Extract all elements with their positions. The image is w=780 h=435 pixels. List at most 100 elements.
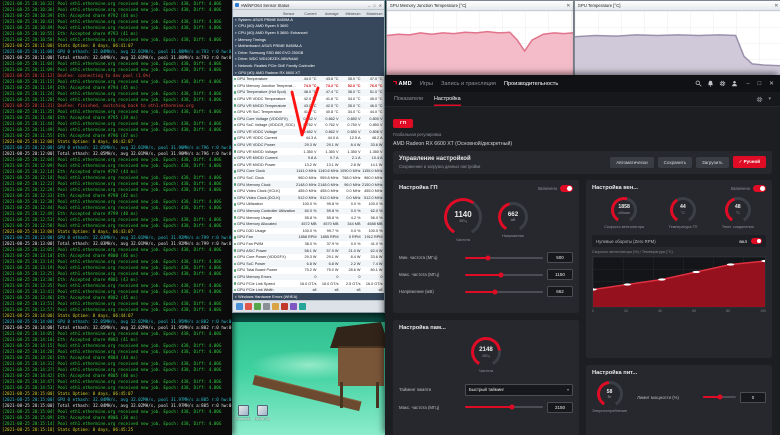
clock-icon[interactable] xyxy=(236,303,243,310)
gpu-chip[interactable]: ГП xyxy=(393,119,414,128)
fan-speed-gauge: 1858 об/мин xyxy=(611,196,638,223)
memory-frequency-value[interactable]: 2150 xyxy=(547,401,573,413)
sensor-row[interactable]: GPU VR VDDC Power 29.3 W 29.1 W 8.4 W 33.6 W xyxy=(233,141,384,149)
sensor-row[interactable]: GPU Utilization 100.0 % 99.8 % 0.0 % 100.0 % xyxy=(233,201,384,208)
pin-icon[interactable] xyxy=(299,303,306,310)
sensor-group-header[interactable]: ▾ CPU [#0]: AMD Ryzen 5 3600 xyxy=(233,23,384,30)
close-icon[interactable]: ✕ xyxy=(566,3,570,9)
sensor-group-header[interactable]: ▾ Drive: WDC WD10EZEX-08WN4A0 xyxy=(233,56,384,63)
gear-icon[interactable] xyxy=(719,80,726,87)
sensor-row[interactable]: GPU PCIe Link Speed 16.0 GT/s 16.0 GT/s 2.5… xyxy=(233,280,384,287)
alert-icon[interactable] xyxy=(281,303,288,310)
subtab-metrics[interactable]: Показатели xyxy=(394,92,423,106)
voltage-slider[interactable] xyxy=(465,289,543,295)
sensor-group-header[interactable]: ▾ Memory Timings xyxy=(233,36,384,43)
sensor-row[interactable]: GPU Core Power (VDDGFX) 29.3 W 29.1 W 8.4 W… xyxy=(233,253,384,261)
sensor-group-header[interactable]: ▾ Drive: Samsung SSD 860 EVO 250GB xyxy=(233,49,384,57)
maximize-icon[interactable]: □ xyxy=(373,3,375,8)
fan-curve-chart[interactable] xyxy=(592,255,766,308)
sensor-row[interactable]: GPU Memory Clock 2148.0 MHz 2148.0 MHz 96.0… xyxy=(233,181,384,188)
max-frequency-slider[interactable] xyxy=(465,272,543,278)
sensor-group-header[interactable]: ▾ System: ASUS PRIME B450M-A xyxy=(233,16,384,24)
close-icon[interactable]: ✕ xyxy=(769,81,774,87)
memory-timing-dropdown[interactable]: Быстрый тайминг ▾ xyxy=(465,383,573,396)
minimize-icon[interactable]: – xyxy=(746,81,749,87)
close-icon[interactable]: ✕ xyxy=(379,3,382,8)
radeon-software-window[interactable]: AMD Игры Запись и трансляция Производите… xyxy=(385,75,780,435)
desktop-icon[interactable]: HWiNFO64 xyxy=(254,405,270,421)
voltage-value[interactable]: 662 xyxy=(547,286,573,298)
chevron-down-icon[interactable]: ▾ xyxy=(768,96,771,102)
miner-terminal-window[interactable]: [2021-08-25 20:10:32] Pool eth1.ethermin… xyxy=(0,0,232,435)
sensor-graph-window-memory-temp[interactable]: GPU Memory Junction Temperature [°C] ✕ xyxy=(386,0,574,76)
sensor-row[interactable]: GPU SoC Clock 960.0 MHz 959.8 MHz 768.0 MHz… xyxy=(233,174,384,182)
hwinfo-title: HWiNFO64 Sensor Status xyxy=(240,2,290,8)
automatic-button[interactable]: Автоматически xyxy=(610,156,654,168)
gear-icon[interactable] xyxy=(263,303,270,310)
desktop-icon[interactable]: PhoenixMiner xyxy=(235,405,251,421)
manual-button[interactable]: ✓ Ручной xyxy=(732,156,766,169)
gear-icon[interactable] xyxy=(756,96,763,103)
sensor-row[interactable]: GPU Memory Usage 55.8 % 55.8 % 4.2 % 56.0 % xyxy=(233,214,384,221)
hwinfo-titlebar[interactable]: HWiNFO64 Sensor Status – □ ✕ xyxy=(233,1,384,10)
memory-frequency-slider[interactable] xyxy=(465,404,543,410)
sensor-row[interactable]: GPU Fan 1858 RPM 1855 RPM 0 RPM 1912 RPM xyxy=(233,234,384,241)
sensor-group-header[interactable]: ▾ CPU [#0]: AMD Ryzen 5 3600: Enhanced xyxy=(233,29,384,37)
max-frequency-value[interactable]: 1150 xyxy=(547,269,573,281)
graph-titlebar[interactable]: GPU Memory Junction Temperature [°C] ✕ xyxy=(387,1,573,11)
radeon-titlebar[interactable]: AMD Игры Запись и трансляция Производите… xyxy=(385,75,780,92)
min-frequency-slider[interactable] xyxy=(465,255,543,261)
reset-icon[interactable] xyxy=(245,303,252,310)
sensor-row[interactable]: GPU SoC Power 6.8 W 6.8 W 2.2 W 7.4 W xyxy=(233,260,384,268)
sensor-row[interactable]: GPU PCIe Link Width x8 x8 x8 x8 xyxy=(233,286,384,294)
save-icon[interactable] xyxy=(272,303,279,310)
sensor-row[interactable]: GPU Total Board Power 75.2 W 75.0 W 28.6 W8… xyxy=(233,267,384,274)
gpu-tuning-toggle[interactable] xyxy=(560,184,573,192)
search-icon[interactable] xyxy=(695,80,702,87)
close-icon[interactable]: ✕ xyxy=(774,3,778,9)
sensor-row[interactable]: GPU Temperature 44.0 °C 43.6 °C 35.0 °C 47.0… xyxy=(233,75,384,83)
user-icon[interactable] xyxy=(731,80,738,87)
desktop-icon-image xyxy=(256,405,268,416)
sensor-graph-window-gpu-temp[interactable]: GPU Temperature [°C] ✕ xyxy=(574,0,780,76)
tab-performance[interactable]: Производительность xyxy=(504,81,558,87)
sensor-row[interactable]: GPU ASIC Power 58.1 W 57.9 W 21.0 W 62.4 W xyxy=(233,247,384,254)
fan-tuning-toggle[interactable] xyxy=(753,184,766,192)
sensor-row[interactable]: GPU Core Clock 1141.0 MHz 1140.6 MHz 1090.0… xyxy=(233,168,384,175)
graph-titlebar[interactable]: GPU Temperature [°C] ✕ xyxy=(575,1,780,11)
bell-icon[interactable] xyxy=(707,80,714,87)
sensor-row[interactable]: GPU Video Clock (DCLK) 512.0 MHz 512.0 MHz… xyxy=(233,194,384,202)
sensor-row[interactable]: GPU Video Clock (VCLK) 455.0 MHz 455.0 MHz… xyxy=(233,187,384,195)
sensor-row[interactable]: GPU VR MVDD Voltage 1.350 V 1.350 V 1.350 V… xyxy=(233,148,384,155)
sensor-row[interactable]: GPU VR MVDD Current 9.8 A 9.7 A 2.1 A 10.4 A xyxy=(233,154,384,162)
expand-icon: ▾ xyxy=(235,57,237,62)
load-profile-button[interactable]: Загрузить xyxy=(696,156,729,168)
device-name: AMD Radeon RX 6600 XT (Основной/дискретн… xyxy=(393,141,513,147)
sensor-group-header[interactable]: ▾ Network: Realtek PCIe GbE Family Contro… xyxy=(233,62,384,70)
zero-rpm-toggle[interactable] xyxy=(751,238,762,245)
sensor-group-header[interactable]: ▾ Motherboard: ASUS PRIME B450M-A xyxy=(233,42,384,50)
power-limit-slider[interactable] xyxy=(703,394,736,400)
chevron-down-icon: ▾ xyxy=(566,387,569,393)
graph-title: GPU Memory Junction Temperature [°C] xyxy=(389,3,467,8)
hwinfo-sensors-window[interactable]: HWiNFO64 Sensor Status – □ ✕ Sensor Curr… xyxy=(232,0,385,313)
gpu-tuning-title: Настройка ГП xyxy=(399,185,438,191)
graph-icon[interactable] xyxy=(254,303,261,310)
sensor-row[interactable]: GPU Memory Allocated 4572 MB 4570 MB 344 MB… xyxy=(233,220,384,228)
minimize-icon[interactable]: – xyxy=(368,3,370,8)
layout-icon[interactable] xyxy=(290,303,297,310)
sensor-row[interactable]: GPU D3D Usage 100.0 % 99.7 % 0.0 % 100.0 % xyxy=(233,227,384,235)
voltage-label: Напряжение (мВ) xyxy=(399,289,434,295)
subtab-tuning[interactable]: Настройка xyxy=(434,92,461,106)
tab-streaming[interactable]: Запись и трансляция xyxy=(441,81,496,87)
tab-games[interactable]: Игры xyxy=(420,81,433,87)
min-frequency-value[interactable]: 500 xyxy=(547,252,573,264)
sensor-row[interactable]: GPU Memory Errors 0 0 0 0 xyxy=(233,273,384,281)
power-limit-value[interactable]: 0 xyxy=(740,391,766,403)
sensor-row[interactable]: GPU VR MVDD Power 13.2 W 13.1 W 2.8 W 14.1 W xyxy=(233,161,384,169)
save-profile-button[interactable]: Сохранить xyxy=(657,156,693,168)
maximize-icon[interactable]: □ xyxy=(758,81,762,87)
sensor-group-header[interactable]: ▾ GPU [#0]: AMD Radeon RX 6600 XT xyxy=(233,69,384,76)
sensor-row[interactable]: GPU Memory Controller Utilization 60.0 % 5… xyxy=(233,207,384,215)
sensor-row[interactable]: GPU Fan PWM 38.0 % 37.9 % 0.0 % 41.0 % xyxy=(233,240,384,248)
